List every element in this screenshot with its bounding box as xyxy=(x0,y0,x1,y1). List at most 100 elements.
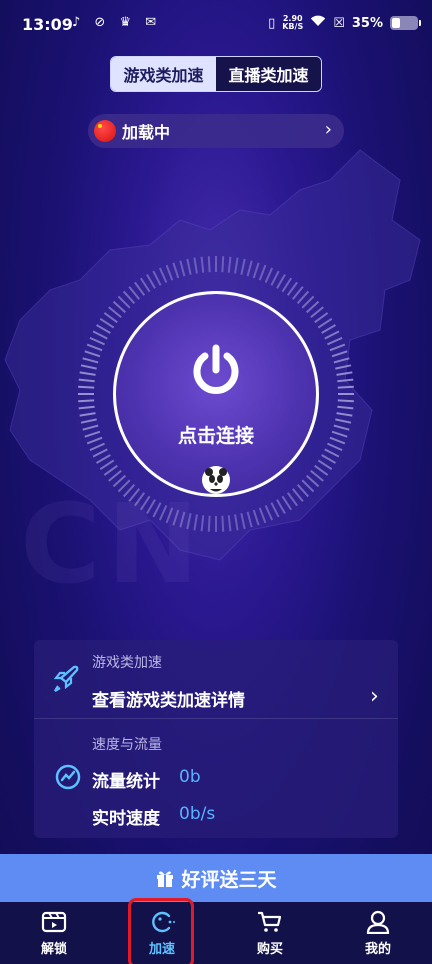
nav-highlight-box xyxy=(128,898,194,964)
panda-icon xyxy=(202,466,230,494)
dial-tick xyxy=(286,281,298,296)
dial-tick xyxy=(79,412,96,417)
dial-tick xyxy=(152,270,162,286)
dial-tick xyxy=(117,295,131,309)
dial-tick xyxy=(103,312,118,324)
nav-profile-label: 我的 xyxy=(364,942,391,957)
dial-tick xyxy=(165,264,174,281)
dial-tick xyxy=(165,507,174,524)
nav-purchase[interactable]: 购买 xyxy=(216,902,324,964)
info-card xyxy=(34,640,398,838)
dial-tick xyxy=(252,509,260,526)
dial-tick xyxy=(337,405,354,410)
dial-tick xyxy=(207,256,211,273)
status-time: 13:09 xyxy=(22,15,73,34)
dial-tick xyxy=(95,324,111,334)
status-right-icons: ▯ 2.90 KB/S ☒ 35% xyxy=(268,14,421,31)
battery-text: 35% xyxy=(351,15,383,31)
dial-tick xyxy=(335,364,352,370)
chevron-right-icon[interactable]: › xyxy=(370,684,379,709)
dial-tick xyxy=(321,324,337,334)
dial-tick xyxy=(158,505,168,521)
bottom-nav: 解锁 加速 购买 我的 xyxy=(0,902,432,964)
game-section-title: 游戏类加速 xyxy=(92,655,162,671)
dial-tick xyxy=(333,357,350,364)
dial-tick xyxy=(78,405,95,410)
dial-tick xyxy=(89,336,105,346)
dial-tick xyxy=(324,448,340,458)
nav-unlock[interactable]: 解锁 xyxy=(0,902,108,964)
dial-tick xyxy=(227,256,232,273)
dial-tick xyxy=(286,492,298,507)
dial-tick xyxy=(92,330,108,340)
dial-tick xyxy=(281,495,292,511)
dial-tick xyxy=(336,412,353,417)
dial-tick xyxy=(310,306,324,319)
dial-tick xyxy=(327,336,343,346)
dial-tick xyxy=(240,258,246,275)
realtime-speed-value: 0b/s xyxy=(179,804,216,824)
dial-tick xyxy=(172,262,180,279)
dial-tick xyxy=(112,474,127,488)
dial-tick xyxy=(296,290,310,305)
dial-tick xyxy=(314,464,329,476)
promo-label: 好评送三天 xyxy=(181,868,277,891)
dial-tick xyxy=(221,515,225,532)
dial-tick xyxy=(264,267,274,283)
cart-icon xyxy=(258,911,282,932)
speed-section-title: 速度与流量 xyxy=(92,737,162,753)
dial-tick xyxy=(270,502,280,518)
dial-tick xyxy=(112,300,127,314)
sim-icon: ☒ xyxy=(333,15,345,31)
dial-tick xyxy=(258,507,267,524)
dial-tick xyxy=(291,286,304,300)
dial-tick xyxy=(193,257,198,274)
dial-tick xyxy=(84,430,101,438)
dial-tick xyxy=(327,442,343,452)
dial-tick xyxy=(86,436,103,445)
dial-tick xyxy=(79,371,96,376)
dial-tick xyxy=(246,260,253,277)
dial-tick xyxy=(301,479,315,493)
dial-tick xyxy=(321,454,337,464)
tab-game-acceleration[interactable]: 游戏类加速 xyxy=(111,57,216,91)
rocket-icon xyxy=(53,665,79,692)
traffic-value: 0b xyxy=(179,767,201,787)
dial-tick xyxy=(234,514,239,531)
traffic-label: 流量统计 xyxy=(92,772,160,792)
dial-tick xyxy=(337,385,354,389)
dial-tick xyxy=(310,469,324,482)
dial-tick xyxy=(78,399,95,403)
dial-tick xyxy=(276,499,286,515)
game-detail-link[interactable]: 查看游戏类加速详情 xyxy=(92,686,245,711)
net-speed: 2.90 KB/S xyxy=(282,14,304,31)
dial-tick xyxy=(301,295,315,309)
dial-tick xyxy=(337,378,354,383)
dial-tick xyxy=(140,495,151,511)
dial-tick xyxy=(276,273,286,289)
nav-purchase-label: 购买 xyxy=(256,942,283,957)
dial-tick xyxy=(146,273,156,289)
tab-live-acceleration[interactable]: 直播类加速 xyxy=(216,57,321,91)
dial-tick xyxy=(108,469,122,482)
dial-tick xyxy=(122,483,136,498)
region-selector[interactable]: 加载中 › xyxy=(88,114,344,148)
dial-tick xyxy=(264,505,274,521)
dial-tick xyxy=(234,257,239,274)
user-icon xyxy=(366,910,390,934)
nav-profile[interactable]: 我的 xyxy=(324,902,432,964)
dial-tick xyxy=(78,378,95,383)
dial-tick xyxy=(134,281,146,296)
dial-tick xyxy=(291,488,304,502)
dial-tick xyxy=(336,371,353,376)
dial-tick xyxy=(172,509,180,526)
speedometer-icon xyxy=(55,764,81,790)
dial-tick xyxy=(103,464,118,476)
dial-tick xyxy=(227,515,232,532)
dial-tick xyxy=(193,514,198,531)
dial-tick xyxy=(329,436,346,445)
promo-bar[interactable]: 好评送三天 xyxy=(0,854,432,902)
dial-tick xyxy=(95,454,111,464)
dial-tick xyxy=(221,256,225,273)
dial-tick xyxy=(128,286,141,300)
